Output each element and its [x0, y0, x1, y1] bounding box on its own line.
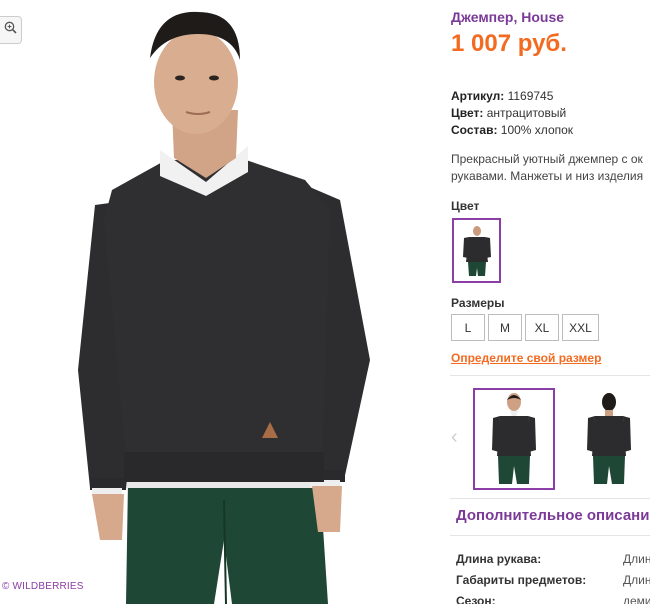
- thumbnail-front-image: [492, 393, 536, 484]
- detail-row-dimensions: Габариты предметов: Длин: [456, 573, 650, 587]
- product-image: [78, 11, 370, 605]
- detail-row-season: Сезон: деми: [456, 594, 650, 604]
- detail-key: Габариты предметов:: [456, 573, 587, 587]
- divider: [450, 375, 650, 376]
- size-button-xxl[interactable]: XXL: [562, 314, 599, 341]
- article-row: Артикул: 1169745: [451, 89, 553, 103]
- description-line: рукавами. Манжеты и низ изделия: [451, 169, 644, 183]
- chevron-left-icon[interactable]: ‹: [451, 426, 458, 449]
- zoom-in-icon: [4, 21, 17, 39]
- divider: [450, 498, 650, 499]
- color-row: Цвет: антрацитовый: [451, 106, 566, 120]
- detail-value: Длин: [623, 573, 650, 587]
- detail-key: Длина рукава:: [456, 552, 542, 566]
- detail-value: Длин: [623, 552, 650, 566]
- color-swatch-image: [462, 225, 491, 276]
- product-description: Прекрасный уютный джемпер с ок рукавами.…: [451, 151, 650, 185]
- composition-value: 100% хлопок: [500, 123, 574, 137]
- size-button-m[interactable]: M: [488, 314, 522, 341]
- color-swatch-anthracite[interactable]: [452, 218, 501, 283]
- size-button-l[interactable]: L: [451, 314, 485, 341]
- thumbnail-front[interactable]: [473, 388, 555, 490]
- size-button-xl[interactable]: XL: [525, 314, 559, 341]
- sizes-section-label: Размеры: [451, 296, 505, 310]
- size-selector: L M XL XXL: [451, 314, 599, 341]
- composition-label: Состав:: [451, 123, 498, 137]
- detail-row-sleeve-length: Длина рукава: Длин: [456, 552, 650, 566]
- thumbnail-carousel: ‹: [450, 384, 650, 494]
- article-label: Артикул:: [451, 89, 505, 103]
- watermark: © WILDBERRIES: [2, 581, 84, 592]
- description-line: Прекрасный уютный джемпер с ок: [451, 152, 643, 166]
- thumbnail-back[interactable]: [568, 388, 650, 490]
- article-value: 1169745: [507, 89, 554, 103]
- detail-key: Сезон:: [456, 594, 496, 604]
- color-value: антрацитовый: [486, 106, 567, 120]
- zoom-button[interactable]: [0, 16, 22, 44]
- composition-row: Состав: 100% хлопок: [451, 123, 573, 137]
- additional-description-title: Дополнительное описание: [456, 507, 650, 524]
- product-price: 1 007 руб.: [451, 30, 567, 57]
- product-info-panel: Джемпер, House 1 007 руб. Артикул: 11697…: [450, 0, 650, 604]
- main-product-photo[interactable]: © WILDBERRIES: [0, 0, 430, 605]
- detail-value: деми: [623, 594, 650, 604]
- color-label: Цвет:: [451, 106, 484, 120]
- thumbnail-back-image: [587, 393, 631, 484]
- divider: [450, 535, 650, 536]
- size-guide-link[interactable]: Определите свой размер: [451, 351, 601, 365]
- product-title: Джемпер, House: [451, 9, 565, 25]
- color-section-label: Цвет: [451, 199, 480, 213]
